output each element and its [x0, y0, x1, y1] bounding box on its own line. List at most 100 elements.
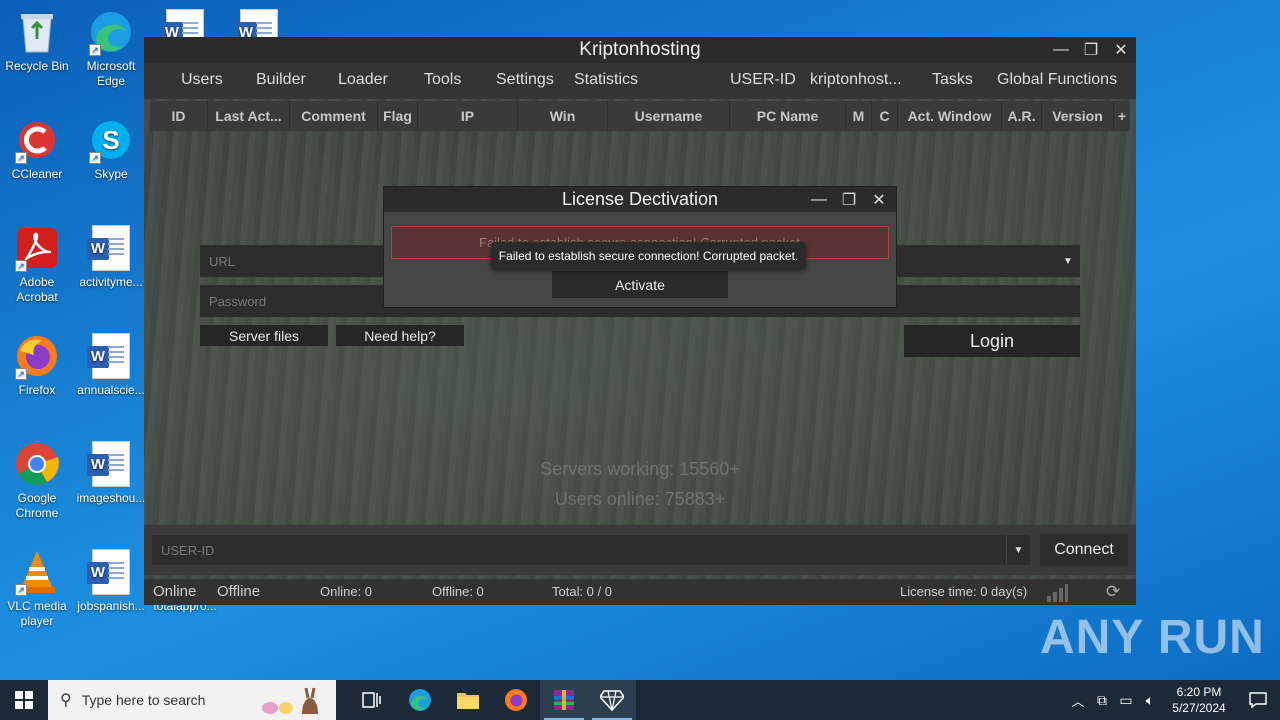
tab-loader[interactable]: Loader: [338, 71, 388, 89]
tab-builder[interactable]: Builder: [256, 71, 306, 89]
desktop-icon-word-doc[interactable]: jobspanish...: [75, 548, 147, 614]
tab-online[interactable]: Online: [153, 583, 196, 600]
license-time: License time: 0 day(s): [900, 584, 1028, 599]
connect-button[interactable]: Connect: [1040, 534, 1128, 566]
desktop-icon-word-doc[interactable]: activityme...: [75, 224, 147, 290]
skype-icon: S ↗: [87, 116, 135, 164]
taskbar: ⚲ Type here to search ︿ ⧉ ▭ 🔈︎ 6:20 PM 5…: [0, 680, 1280, 720]
refresh-icon[interactable]: ⟳: [1106, 582, 1120, 602]
activate-button[interactable]: Activate: [552, 271, 728, 298]
taskbar-clock[interactable]: 6:20 PM 5/27/2024: [1162, 684, 1236, 716]
add-column-icon[interactable]: +: [1114, 101, 1130, 131]
status-bar: Online Offline Online: 0 Offline: 0 Tota…: [144, 579, 1136, 605]
desktop-icon-label: Skype: [94, 167, 128, 181]
column-header-c[interactable]: C: [872, 101, 898, 131]
online-count: Online: 0: [320, 584, 373, 599]
firefox-icon: ↗: [13, 332, 61, 380]
login-button[interactable]: Login: [904, 325, 1080, 357]
desktop-icon-skype[interactable]: S ↗ Skype: [75, 116, 147, 182]
desktop-icon-word-doc[interactable]: imageshou...: [75, 440, 147, 506]
bottom-connect-bar: USER-ID ▼ Connect: [144, 525, 1136, 575]
desktop-icon-label: imageshou...: [76, 491, 146, 505]
tab-settings[interactable]: Settings: [496, 71, 554, 89]
desktop-icon-ccleaner[interactable]: ↗ CCleaner: [1, 116, 73, 182]
ccleaner-icon: ↗: [13, 116, 61, 164]
user-id-input[interactable]: USER-ID: [152, 535, 1030, 565]
desktop-icon-recycle-bin[interactable]: Recycle Bin: [1, 8, 73, 74]
anyrun-watermark: ANY RUN: [1040, 611, 1265, 664]
column-header-ip[interactable]: IP: [418, 101, 518, 131]
column-header-m[interactable]: M: [846, 101, 872, 131]
task-view-icon[interactable]: [348, 680, 396, 720]
recycle-bin-icon: [13, 8, 61, 56]
chevron-down-icon[interactable]: ▼: [1056, 245, 1080, 277]
column-header-version[interactable]: Version: [1042, 101, 1114, 131]
column-header-win[interactable]: Win: [518, 101, 608, 131]
taskbar-winrar-icon[interactable]: [540, 680, 588, 720]
tab-offline[interactable]: Offline: [217, 583, 260, 600]
taskbar-edge-icon[interactable]: [396, 680, 444, 720]
close-icon[interactable]: ✕: [1106, 37, 1136, 63]
column-header-id[interactable]: ID: [150, 101, 208, 131]
column-header-last-activity[interactable]: Last Act...: [208, 101, 290, 131]
desktop-icon-google-chrome[interactable]: Google Chrome: [1, 440, 73, 521]
volume-icon[interactable]: 🔈︎: [1138, 692, 1162, 709]
desktop-icon-word-doc[interactable]: annualscie...: [75, 332, 147, 398]
desktop-icon-label: VLC media player: [7, 599, 67, 628]
tab-user-id[interactable]: USER-ID: [730, 71, 796, 89]
word-document-icon: [87, 548, 135, 596]
desktop-icon-adobe-acrobat[interactable]: ↗ Adobe Acrobat: [1, 224, 73, 305]
desktop-icon-label: CCleaner: [11, 167, 63, 181]
close-icon[interactable]: ✕: [864, 187, 894, 212]
notifications-icon[interactable]: [1236, 692, 1280, 708]
tab-tasks[interactable]: Tasks: [932, 71, 973, 89]
windows-logo-icon: [15, 691, 33, 709]
dialog-titlebar[interactable]: License Dectivation — ❐ ✕: [384, 187, 896, 212]
chevron-down-icon[interactable]: ▼: [1006, 535, 1030, 565]
column-header-flag[interactable]: Flag: [378, 101, 418, 131]
taskbar-file-explorer-icon[interactable]: [444, 680, 492, 720]
taskbar-firefox-icon[interactable]: [492, 680, 540, 720]
chevron-up-icon[interactable]: ︿: [1066, 691, 1090, 710]
column-header-active-window[interactable]: Act. Window: [898, 101, 1002, 131]
system-tray: ︿ ⧉ ▭ 🔈︎ 6:20 PM 5/27/2024: [1066, 680, 1280, 720]
taskbar-search-box[interactable]: ⚲ Type here to search: [48, 680, 336, 720]
desktop-icon-label: activityme...: [79, 275, 143, 289]
start-button[interactable]: [0, 680, 48, 720]
desktop-icon-microsoft-edge[interactable]: ↗ Microsoft Edge: [75, 8, 147, 89]
desktop-icon-firefox[interactable]: ↗ Firefox: [1, 332, 73, 398]
minimize-icon[interactable]: —: [1046, 37, 1076, 63]
column-header-comment[interactable]: Comment: [290, 101, 378, 131]
chrome-icon: [13, 440, 61, 488]
signal-bars-icon: [1046, 582, 1068, 605]
clock-date: 5/27/2024: [1172, 701, 1226, 715]
column-header-ar[interactable]: A.R.: [1002, 101, 1042, 131]
desktop-icon-label: Microsoft Edge: [86, 59, 136, 88]
word-document-icon: [87, 440, 135, 488]
minimize-icon[interactable]: —: [804, 187, 834, 212]
network-icon[interactable]: ▭: [1114, 692, 1138, 709]
desktop-icon-label: Firefox: [18, 383, 56, 397]
taskbar-kriptonhosting-icon[interactable]: [588, 680, 636, 720]
desktop-icon-label: Adobe Acrobat: [16, 275, 58, 304]
app-titlebar[interactable]: Kriptonhosting — ❐ ✕: [144, 37, 1136, 63]
word-document-icon: [87, 224, 135, 272]
maximize-icon[interactable]: ❐: [834, 187, 864, 212]
maximize-icon[interactable]: ❐: [1076, 37, 1106, 63]
network-device-icon[interactable]: ⧉: [1090, 692, 1114, 709]
desktop-icon-vlc[interactable]: ↗ VLC media player: [1, 548, 73, 629]
tab-users[interactable]: Users: [181, 71, 223, 89]
tab-tools[interactable]: Tools: [424, 71, 461, 89]
total-count: Total: 0 / 0: [552, 584, 612, 599]
tab-statistics[interactable]: Statistics: [574, 71, 638, 89]
column-header-pc-name[interactable]: PC Name: [730, 101, 846, 131]
search-icon: ⚲: [60, 692, 72, 709]
server-files-button[interactable]: Server files: [200, 325, 328, 346]
column-header-username[interactable]: Username: [608, 101, 730, 131]
users-online-text: Users online: 75883+: [554, 489, 726, 509]
tab-kriptonhost[interactable]: kriptonhost...: [810, 71, 902, 89]
tab-global-functions[interactable]: Global Functions: [997, 71, 1117, 89]
need-help-button[interactable]: Need help?: [336, 325, 464, 346]
desktop-icon-label: annualscie...: [77, 383, 145, 397]
search-placeholder: Type here to search: [81, 692, 206, 708]
